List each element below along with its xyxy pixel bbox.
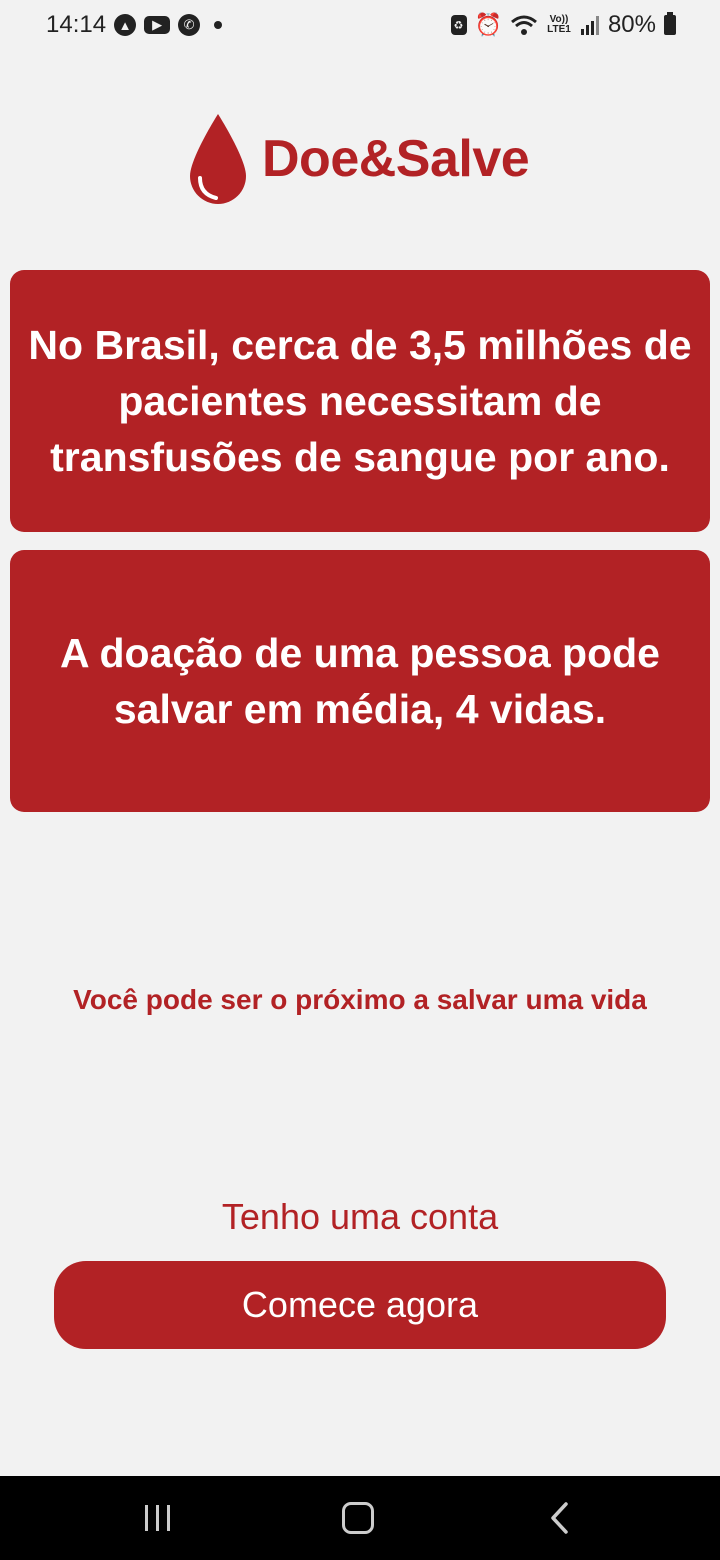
blood-drop-icon (190, 114, 246, 204)
fact-text: No Brasil, cerca de 3,5 milhões de pacie… (28, 322, 692, 480)
dot-icon (214, 21, 223, 29)
back-icon[interactable] (520, 1476, 600, 1560)
fact-text: A doação de uma pessoa pode salvar em mé… (60, 630, 660, 732)
recent-apps-icon[interactable] (117, 1476, 197, 1560)
app-logo: Doe&Salve (188, 112, 530, 206)
system-nav-bar (0, 1476, 720, 1560)
status-time: 14:14 (46, 11, 107, 38)
volte-icon: Vo)) LTE1 (547, 14, 571, 35)
home-icon[interactable] (318, 1476, 398, 1560)
fact-card-patients: No Brasil, cerca de 3,5 milhões de pacie… (10, 270, 710, 532)
whatsapp-icon: ✆ (178, 14, 201, 36)
login-link[interactable]: Tenho uma conta (0, 1196, 720, 1238)
fact-card-lives: A doação de uma pessoa pode salvar em mé… (10, 550, 710, 812)
battery-icon (664, 12, 676, 35)
status-left: 14:14 ▲ ▶ ✆ (46, 11, 223, 39)
alarm-icon: ⏰ (474, 12, 502, 37)
brand-name: Doe&Salve (262, 130, 530, 188)
youtube-icon: ▶ (144, 16, 171, 34)
signal-icon (580, 16, 599, 35)
status-right: ♻ ⏰ Vo)) LTE1 80% (450, 11, 676, 39)
start-button[interactable]: Comece agora (54, 1261, 666, 1349)
tagline: Você pode ser o próximo a salvar uma vid… (73, 984, 647, 1015)
lock-icon: ♻ (450, 15, 467, 35)
navigation-icon: ▲ (114, 14, 137, 36)
status-bar: 14:14 ▲ ▶ ✆ ♻ ⏰ Vo)) LTE1 80% (0, 0, 720, 52)
battery-percent: 80% (607, 11, 656, 38)
wifi-icon (510, 15, 537, 35)
